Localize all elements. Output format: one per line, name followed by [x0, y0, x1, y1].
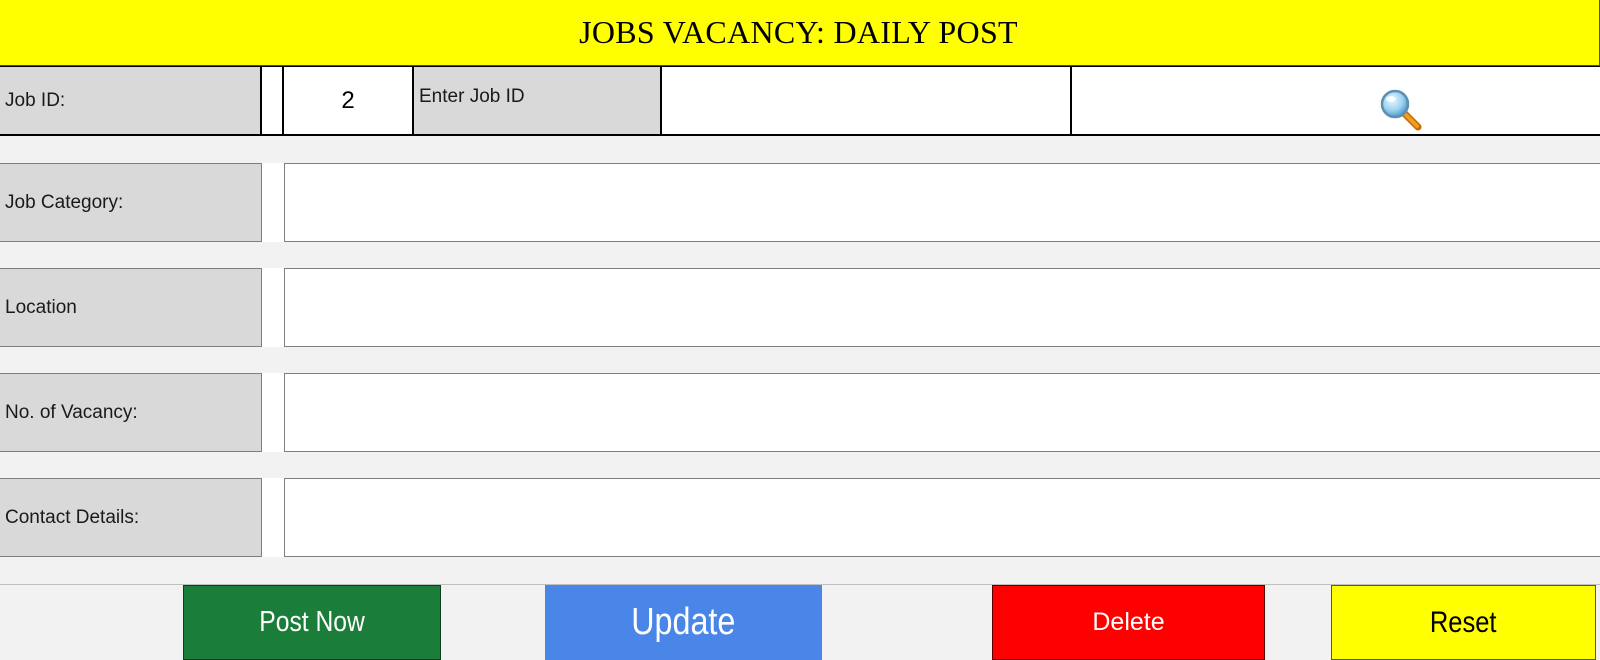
job-category-field[interactable]	[284, 163, 1600, 242]
search-icon[interactable]	[1378, 87, 1426, 135]
reset-button[interactable]: Reset	[1331, 585, 1596, 660]
location-label-box: Location	[0, 268, 262, 347]
contact-details-label: Contact Details:	[5, 506, 140, 528]
contact-details-field[interactable]	[284, 478, 1600, 557]
reset-label: Reset	[1430, 605, 1497, 639]
job-id-row: Job ID: 2 Enter Job ID	[0, 66, 1600, 136]
post-now-button[interactable]: Post Now	[183, 585, 441, 660]
enter-job-id-label: Enter Job ID	[419, 86, 525, 108]
job-category-label: Job Category:	[5, 191, 124, 213]
job-id-label-cell: Job ID:	[0, 67, 262, 134]
title-banner: JOBS VACANCY: DAILY POST	[0, 0, 1600, 66]
spacer	[262, 268, 284, 347]
location-label: Location	[5, 296, 77, 318]
post-now-label: Post Now	[259, 606, 365, 638]
job-id-search-input[interactable]	[662, 67, 1072, 134]
vacancy-count-label: No. of Vacancy:	[5, 401, 138, 423]
location-field[interactable]	[284, 268, 1600, 347]
update-button[interactable]: Update	[545, 585, 822, 660]
vacancy-count-label-box: No. of Vacancy:	[0, 373, 262, 452]
delete-button[interactable]: Delete	[992, 585, 1265, 660]
spacer	[262, 373, 284, 452]
contact-details-label-box: Contact Details:	[0, 478, 262, 557]
vacancy-count-field[interactable]	[284, 373, 1600, 452]
update-label: Update	[631, 601, 736, 643]
job-id-value-cell[interactable]: 2	[284, 67, 414, 134]
job-id-value: 2	[341, 86, 355, 114]
job-id-label: Job ID:	[5, 89, 66, 111]
delete-label: Delete	[1092, 608, 1165, 636]
spacer-cell	[262, 67, 284, 134]
enter-job-id-cell: Enter Job ID	[414, 67, 662, 134]
page-title: JOBS VACANCY: DAILY POST	[579, 14, 1018, 50]
job-category-label-box: Job Category:	[0, 163, 262, 242]
search-cell	[1072, 67, 1600, 134]
spacer	[262, 478, 284, 557]
spacer	[262, 163, 284, 242]
